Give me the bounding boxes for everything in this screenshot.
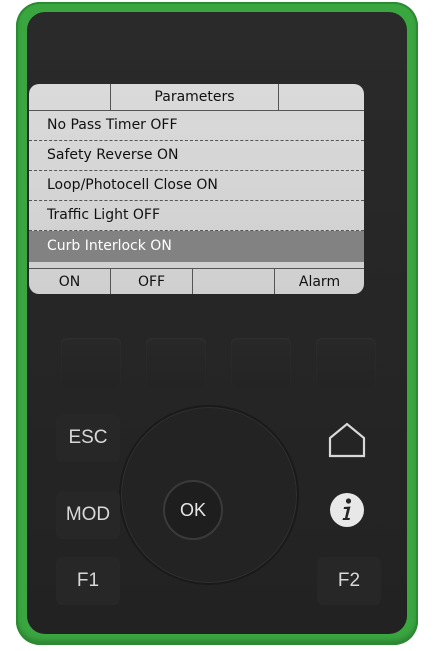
- parameter-row-no-pass-timer[interactable]: No Pass Timer OFF: [29, 111, 364, 141]
- parameter-row-traffic-light[interactable]: Traffic Light OFF: [29, 201, 364, 231]
- parameter-row-loop-photocell-close[interactable]: Loop/Photocell Close ON: [29, 171, 364, 201]
- lcd-screen: Parameters No Pass Timer OFF Safety Reve…: [29, 84, 364, 294]
- softkey-labels: ON OFF Alarm: [29, 268, 364, 294]
- ok-button[interactable]: OK: [163, 480, 223, 540]
- title-cell-left: [29, 84, 111, 110]
- home-button[interactable]: [317, 416, 377, 464]
- parameter-row-safety-reverse[interactable]: Safety Reverse ON: [29, 141, 364, 171]
- parameter-row-curb-interlock-selected[interactable]: Curb Interlock ON: [29, 231, 364, 262]
- softkey-label-alarm: Alarm: [298, 273, 341, 290]
- f2-button[interactable]: F2: [317, 557, 381, 605]
- function-key-3[interactable]: [231, 338, 291, 388]
- function-key-4[interactable]: [316, 338, 376, 388]
- softkey-label-on: ON: [29, 269, 111, 294]
- lcd-title-bar: Parameters: [29, 84, 364, 111]
- function-key-2[interactable]: [146, 338, 206, 388]
- function-key-1[interactable]: [61, 338, 121, 388]
- softkey-label-empty: [193, 269, 275, 294]
- parameter-list: No Pass Timer OFF Safety Reverse ON Loop…: [29, 111, 364, 262]
- esc-button[interactable]: ESC: [56, 414, 120, 462]
- screen-title: Parameters: [111, 84, 279, 110]
- info-button[interactable]: [317, 486, 377, 534]
- mod-button[interactable]: MOD: [56, 491, 120, 539]
- title-cell-right: [279, 84, 364, 110]
- home-icon: [328, 422, 366, 458]
- info-icon: [330, 493, 364, 527]
- softkey-label-off: OFF: [111, 269, 193, 294]
- f1-button[interactable]: F1: [56, 557, 120, 605]
